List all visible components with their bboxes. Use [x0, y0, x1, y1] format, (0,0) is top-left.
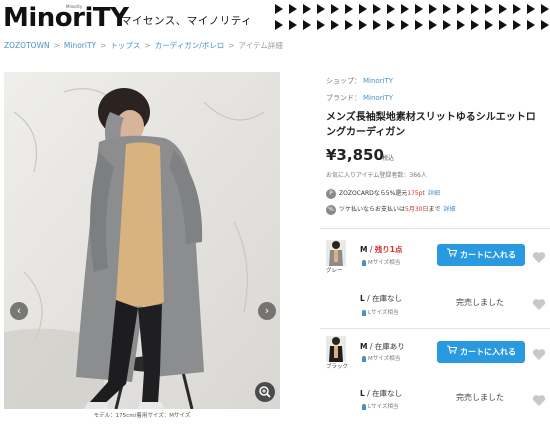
- breadcrumb-item-category[interactable]: トップス: [110, 40, 140, 51]
- promo-text-suffix: まで: [428, 206, 441, 213]
- breadcrumb: ZOZOTOWN > MinoriTY > トップス > カーディガン/ボレロ > アイテム詳細: [4, 40, 283, 54]
- promo-text: ZOZOCARDなら5%還元: [339, 190, 408, 197]
- heart-icon[interactable]: [532, 296, 546, 310]
- promo-highlight: 5月30日: [405, 206, 429, 213]
- stock-status: 残り1点: [374, 245, 403, 254]
- add-to-cart-button-gray-m[interactable]: カートに入れる: [437, 244, 525, 266]
- breadcrumb-item-subcategory[interactable]: カーディガン/ボレロ: [155, 40, 225, 51]
- promo-detail-link[interactable]: 詳細: [428, 190, 440, 197]
- tax-label: 税込: [382, 155, 395, 162]
- decorative-arrow-pattern: [275, 4, 549, 30]
- cart-icon: [447, 341, 458, 363]
- percent-badge-icon: %: [326, 204, 336, 215]
- pin-icon: [362, 259, 366, 266]
- size-separator: /: [367, 245, 375, 254]
- pin-icon: [362, 403, 366, 410]
- size-guide-label: Mサイズ相当: [368, 356, 401, 362]
- size-stock-gray-m: M / 残り1点: [360, 244, 402, 255]
- shop-info: ショップ： MinoriTY: [326, 76, 393, 86]
- color-label-gray: グレー: [326, 268, 343, 274]
- color-swatch-black[interactable]: [326, 336, 346, 362]
- size-guide-label: Mサイズ相当: [368, 260, 401, 266]
- color-swatch-gray[interactable]: [326, 240, 346, 266]
- site-header: MinoriTY Minority マイセンス、マイノリティ: [0, 0, 550, 38]
- favorite-count: お気に入りアイテム登録者数：366人: [326, 172, 427, 179]
- product-photo[interactable]: ‹ ›: [4, 72, 280, 409]
- size-stock-black-l: L / 在庫なし: [360, 388, 402, 399]
- cart-icon: [447, 244, 458, 266]
- stock-status: 在庫あり: [374, 342, 405, 351]
- soldout-label-black-l: 完売しました: [456, 393, 504, 402]
- add-to-cart-label: カートに入れる: [460, 250, 516, 260]
- size-guide-label: Lサイズ相当: [368, 310, 399, 316]
- add-to-cart-label: カートに入れる: [460, 347, 516, 357]
- promo-zozocard: P ZOZOCARDなら5%還元175pt 詳細: [326, 188, 440, 199]
- size-guide-black-m[interactable]: Mサイズ相当: [362, 354, 400, 362]
- size-separator: /: [367, 342, 375, 351]
- pin-icon: [362, 309, 366, 316]
- points-badge-icon: P: [326, 188, 336, 199]
- soldout-label-gray-l: 完売しました: [456, 298, 504, 307]
- promo-tsuke: % ツケ払いならお支払いは5月30日まで 詳細: [326, 204, 456, 215]
- product-price: ¥3,850: [326, 146, 384, 164]
- heart-icon[interactable]: [532, 346, 546, 360]
- breadcrumb-separator: >: [144, 41, 151, 50]
- promo-detail-link[interactable]: 詳細: [443, 206, 455, 213]
- brand-tagline: マイセンス、マイノリティ: [121, 15, 253, 27]
- zoom-icon[interactable]: [255, 382, 275, 402]
- size-guide-gray-l[interactable]: Lサイズ相当: [362, 308, 398, 316]
- color-label-black: ブラック: [326, 364, 349, 370]
- size-separator: /: [364, 294, 373, 303]
- divider: [320, 228, 550, 229]
- stock-status: 在庫なし: [372, 389, 403, 398]
- brand-info: ブランド： MinoriTY: [326, 93, 393, 103]
- breadcrumb-separator: >: [100, 41, 107, 50]
- breadcrumb-item-zozotown[interactable]: ZOZOTOWN: [4, 41, 50, 50]
- brand-label: ブランド：: [326, 94, 361, 102]
- pin-icon: [362, 355, 366, 362]
- photo-caption: モデル：175cm/着用サイズ：Mサイズ: [93, 413, 191, 419]
- heart-icon[interactable]: [532, 392, 546, 406]
- size-guide-black-l[interactable]: Lサイズ相当: [362, 402, 398, 410]
- chevron-right-icon[interactable]: ›: [258, 302, 276, 320]
- size-guide-gray-m[interactable]: Mサイズ相当: [362, 258, 400, 266]
- chevron-left-icon[interactable]: ‹: [10, 302, 28, 320]
- breadcrumb-current: アイテム詳細: [238, 41, 283, 50]
- size-stock-black-m: M / 在庫あり: [360, 341, 405, 352]
- size-separator: /: [364, 389, 373, 398]
- brand-link[interactable]: MinoriTY: [363, 94, 393, 102]
- product-photo-image: [4, 72, 280, 409]
- product-title: メンズ長袖梨地素材スリットゆるシルエットロングカーディガン: [326, 112, 536, 138]
- breadcrumb-separator: >: [53, 41, 60, 50]
- brand-logo-subtext: Minority: [66, 4, 83, 9]
- breadcrumb-separator: >: [228, 41, 235, 50]
- stock-status: 在庫なし: [372, 294, 403, 303]
- promo-text: ツケ払いならお支払いは: [339, 206, 406, 213]
- promo-highlight: 175pt: [407, 190, 425, 197]
- breadcrumb-item-shop[interactable]: MinoriTY: [64, 41, 96, 50]
- shop-label: ショップ：: [326, 77, 361, 85]
- add-to-cart-button-black-m[interactable]: カートに入れる: [437, 341, 525, 363]
- size-stock-gray-l: L / 在庫なし: [360, 293, 402, 304]
- size-guide-label: Lサイズ相当: [368, 404, 399, 410]
- heart-icon[interactable]: [532, 249, 546, 263]
- divider: [320, 328, 550, 329]
- shop-link[interactable]: MinoriTY: [363, 77, 393, 85]
